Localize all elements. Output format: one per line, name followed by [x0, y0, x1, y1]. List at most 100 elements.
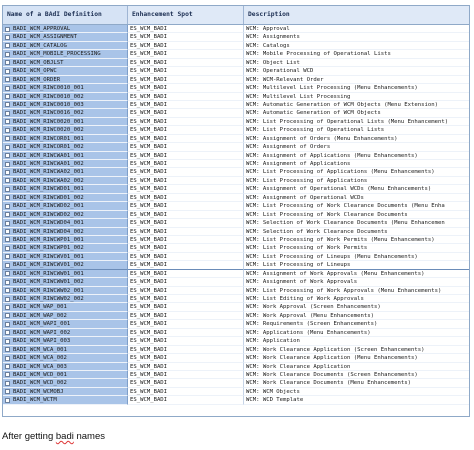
enhancement-spot-cell[interactable]: ES_WCM_BADI [128, 202, 244, 211]
row-select-checkbox[interactable] [5, 380, 10, 386]
table-row[interactable]: BADI_WCM_WCA_001 ES_WCM_BADI WCM: Work Cle… [3, 345, 469, 355]
badi-name-cell[interactable]: BADI_WCM_OPWC [3, 67, 128, 76]
table-row[interactable]: BADI_WCM_RIWC0010_001 ES_WCM_BADI WCM: Mul… [3, 84, 469, 93]
enhancement-spot-cell[interactable]: ES_WCM_BADI [128, 160, 244, 169]
table-row[interactable]: BADI_WCM_RIWCWD04_002 ES_WCM_BADI WCM: Sel… [3, 227, 469, 236]
description-cell[interactable]: WCM: Work Clearance Documents (Menu Enha… [244, 379, 469, 388]
table-row[interactable]: BADI_WCM_RIWCWA02_001 ES_WCM_BADI WCM: Lis… [3, 168, 469, 177]
description-cell[interactable]: WCM: WCM Objects [244, 388, 469, 397]
row-select-checkbox[interactable] [5, 68, 10, 74]
row-select-checkbox[interactable] [5, 94, 10, 99]
enhancement-spot-cell[interactable]: ES_WCM_BADI [128, 176, 244, 186]
enhancement-spot-cell[interactable]: ES_WCM_BADI [128, 185, 244, 194]
badi-name-cell[interactable]: BADI_WCM_MOBILE_PROCESSING [3, 50, 128, 59]
table-row[interactable]: BADI_WCM_WAP_002 ES_WCM_BADI WCM: Work App… [3, 311, 469, 321]
row-select-checkbox[interactable] [5, 186, 10, 192]
badi-name-cell[interactable]: BADI_WCM_RIWC0016_002 [3, 109, 128, 118]
enhancement-spot-cell[interactable]: ES_WCM_BADI [128, 362, 244, 371]
row-select-checkbox[interactable] [5, 77, 10, 83]
description-cell[interactable]: WCM: Selection of Work Clearance Documen… [244, 228, 469, 236]
row-select-checkbox[interactable] [5, 144, 10, 150]
description-cell[interactable]: WCM: List Processing of Work Permits (Me… [244, 236, 469, 245]
badi-name-cell[interactable]: BADI_WCM_RIWC0010_001 [3, 84, 128, 93]
badi-name-cell[interactable]: BADI_WCM_WAPI_002 [3, 328, 128, 338]
badi-name-cell[interactable]: BADI_WCM_RIWCWW01_001 [3, 269, 128, 279]
column-header-badi-name[interactable]: Name of a BAdI Definition [3, 6, 128, 24]
enhancement-spot-cell[interactable]: ES_WCM_BADI [128, 269, 244, 279]
table-row[interactable]: BADI_WCM_RIWCWD02_002 ES_WCM_BADI WCM: Lis… [3, 210, 469, 220]
badi-name-cell[interactable]: BADI_WCM_WCA_001 [3, 345, 128, 355]
table-row[interactable]: BADI_WCM_RIWCWD01_002 ES_WCM_BADI WCM: Ass… [3, 193, 469, 203]
row-select-checkbox[interactable] [5, 397, 10, 403]
row-select-checkbox[interactable] [5, 169, 10, 175]
enhancement-spot-cell[interactable]: ES_WCM_BADI [128, 244, 244, 253]
table-row[interactable]: BADI_WCM_WAPI_002 ES_WCM_BADI WCM: Applica… [3, 328, 469, 338]
enhancement-spot-cell[interactable]: ES_WCM_BADI [128, 379, 244, 388]
description-cell[interactable]: WCM: List Processing of Lineups (Menu En… [244, 253, 469, 262]
table-row[interactable]: BADI_WCM_RIWCWA02_002 ES_WCM_BADI WCM: Lis… [3, 176, 469, 186]
description-cell[interactable]: WCM: Assignment of Orders (Menu Enhancem… [244, 135, 469, 144]
row-select-checkbox[interactable] [5, 296, 10, 302]
row-select-checkbox[interactable] [5, 330, 10, 336]
row-select-checkbox[interactable] [5, 321, 10, 327]
description-cell[interactable]: WCM: Assignments [244, 33, 469, 42]
badi-name-cell[interactable]: BADI_WCM_RIWCWD04_002 [3, 227, 128, 236]
badi-name-cell[interactable]: BADI_WCM_RIWCWA01_002 [3, 160, 128, 169]
description-cell[interactable]: WCM: WCM-Relevant Order [244, 76, 469, 85]
row-select-checkbox[interactable] [5, 347, 10, 353]
enhancement-spot-cell[interactable]: ES_WCM_BADI [128, 295, 244, 304]
description-cell[interactable]: WCM: Work Clearance Documents (Screen En… [244, 371, 469, 380]
table-row[interactable]: BADI_WCM_RIWCOR01_002 ES_WCM_BADI WCM: Ass… [3, 143, 469, 152]
enhancement-spot-cell[interactable]: ES_WCM_BADI [128, 396, 244, 405]
table-row[interactable]: BADI_WCM_OBJLST ES_WCM_BADI WCM: Object Li… [3, 58, 469, 68]
badi-name-cell[interactable]: BADI_WCM_RIWCWV01_002 [3, 261, 128, 270]
enhancement-spot-cell[interactable]: ES_WCM_BADI [128, 193, 244, 203]
row-select-checkbox[interactable] [5, 51, 10, 57]
row-select-checkbox[interactable] [5, 304, 10, 310]
description-cell[interactable]: WCM: List Processing of Work Clearance D… [244, 202, 469, 211]
table-row[interactable]: BADI_WCM_RIWCWP01_001 ES_WCM_BADI WCM: Lis… [3, 235, 469, 245]
description-cell[interactable]: WCM: Assignment of Operational WCDs [244, 194, 469, 203]
enhancement-spot-cell[interactable]: ES_WCM_BADI [128, 354, 244, 363]
row-select-checkbox[interactable] [5, 389, 10, 395]
description-cell[interactable]: WCM: Assignment of Applications [244, 160, 469, 169]
badi-name-cell[interactable]: BADI_WCM_WCA_003 [3, 362, 128, 371]
row-select-checkbox[interactable] [5, 127, 10, 133]
enhancement-spot-cell[interactable]: ES_WCM_BADI [128, 75, 244, 85]
badi-name-cell[interactable]: BADI_WCM_RIWCOR01_002 [3, 143, 128, 152]
row-select-checkbox[interactable] [5, 364, 10, 369]
enhancement-spot-cell[interactable]: ES_WCM_BADI [128, 58, 244, 68]
badi-name-cell[interactable]: BADI_WCM_RIWC0010_002 [3, 92, 128, 101]
table-row[interactable]: BADI_WCM_RIWC0010_002 ES_WCM_BADI WCM: Mul… [3, 92, 469, 101]
column-header-description[interactable]: Description [244, 6, 469, 24]
enhancement-spot-cell[interactable]: ES_WCM_BADI [128, 252, 244, 262]
description-cell[interactable]: WCM: Assignment of Work Approvals (Menu … [244, 270, 469, 279]
table-row[interactable]: BADI_WCM_WCD_002 ES_WCM_BADI WCM: Work Cle… [3, 379, 469, 388]
badi-name-cell[interactable]: BADI_WCM_CATALOG [3, 41, 128, 51]
enhancement-spot-cell[interactable]: ES_WCM_BADI [128, 84, 244, 93]
badi-name-cell[interactable]: BADI_WCM_RIWCWA01_001 [3, 151, 128, 160]
description-cell[interactable]: WCM: Application [244, 337, 469, 346]
row-select-checkbox[interactable] [5, 288, 10, 294]
description-cell[interactable]: WCM: List Editing of Work Approvals [244, 295, 469, 304]
row-select-checkbox[interactable] [5, 237, 10, 243]
table-row[interactable]: BADI_WCM_WAPI_003 ES_WCM_BADI WCM: Applica… [3, 337, 469, 346]
badi-name-cell[interactable]: BADI_WCM_WAP_002 [3, 311, 128, 321]
enhancement-spot-cell[interactable]: ES_WCM_BADI [128, 303, 244, 312]
badi-name-cell[interactable]: BADI_WCM_OBJLST [3, 58, 128, 68]
enhancement-spot-cell[interactable]: ES_WCM_BADI [128, 278, 244, 287]
badi-name-cell[interactable]: BADI_WCM_ORDER [3, 75, 128, 85]
enhancement-spot-cell[interactable]: ES_WCM_BADI [128, 41, 244, 51]
row-select-checkbox[interactable] [5, 254, 10, 260]
table-row[interactable]: BADI_WCM_RIWCOR01_001 ES_WCM_BADI WCM: Ass… [3, 134, 469, 144]
table-row[interactable]: BADI_WCM_RIWC0020_001 ES_WCM_BADI WCM: Lis… [3, 117, 469, 127]
description-cell[interactable]: WCM: Operational WCD [244, 67, 469, 76]
description-cell[interactable]: WCM: Approval [244, 25, 469, 34]
enhancement-spot-cell[interactable]: ES_WCM_BADI [128, 387, 244, 397]
badi-name-cell[interactable]: BADI_WCM_RIWCWP01_001 [3, 235, 128, 245]
enhancement-spot-cell[interactable]: ES_WCM_BADI [128, 227, 244, 236]
row-select-checkbox[interactable] [5, 245, 10, 251]
description-cell[interactable]: WCM: Work Clearance Application (Menu En… [244, 354, 469, 363]
table-row[interactable]: BADI_WCM_RIWC0010_003 ES_WCM_BADI WCM: Aut… [3, 100, 469, 110]
badi-name-cell[interactable]: BADI_WCM_WAPI_003 [3, 337, 128, 346]
